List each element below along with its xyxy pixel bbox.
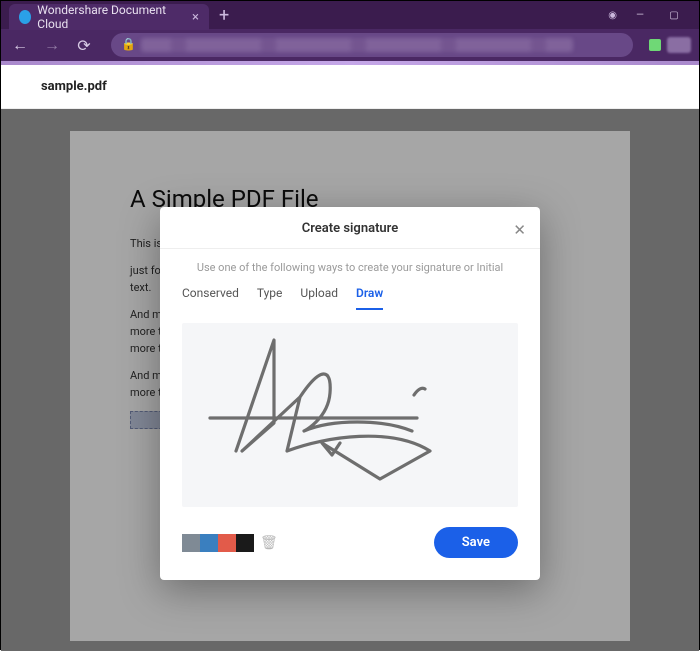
reload-button[interactable]: ⟳ <box>73 36 95 55</box>
document-filename: sample.pdf <box>41 79 107 94</box>
tab-bar: Wondershare Document Cloud × + ◉ — ▢ <box>1 1 699 29</box>
swatch-black[interactable] <box>236 534 254 552</box>
close-icon[interactable]: ✕ <box>513 221 526 239</box>
swatch-blue[interactable] <box>200 534 218 552</box>
window-controls: ◉ — ▢ <box>608 7 691 23</box>
tab-type[interactable]: Type <box>257 286 283 310</box>
clear-icon[interactable]: 🗑 <box>260 535 278 551</box>
wondershare-favicon <box>19 10 31 24</box>
save-button[interactable]: Save <box>434 527 518 558</box>
extension-icon[interactable] <box>649 39 661 51</box>
forward-button[interactable]: → <box>41 35 63 55</box>
tab-conserved[interactable]: Conserved <box>182 286 239 310</box>
url-blurred <box>141 38 573 52</box>
swatch-red[interactable] <box>218 534 236 552</box>
tab-draw[interactable]: Draw <box>356 286 383 310</box>
close-tab-icon[interactable]: × <box>192 10 199 25</box>
tab-title: Wondershare Document Cloud <box>37 3 180 31</box>
maximize-button[interactable]: ▢ <box>663 7 685 23</box>
modal-title: Create signature <box>176 221 524 236</box>
address-bar: ← → ⟳ 🔒 <box>1 29 699 61</box>
url-input[interactable]: 🔒 <box>111 33 633 57</box>
signature-canvas[interactable] <box>182 323 518 507</box>
media-icon[interactable]: ◉ <box>608 10 617 21</box>
signature-stroke <box>182 323 518 507</box>
browser-tab[interactable]: Wondershare Document Cloud × <box>9 4 209 30</box>
color-swatches <box>182 534 254 552</box>
swatch-gray[interactable] <box>182 534 200 552</box>
document-header: sample.pdf <box>1 65 699 109</box>
minimize-button[interactable]: — <box>629 7 651 23</box>
profile-avatar[interactable] <box>667 37 691 53</box>
browser-chrome: Wondershare Document Cloud × + ◉ — ▢ ← →… <box>1 1 699 61</box>
tab-upload[interactable]: Upload <box>300 286 338 310</box>
signature-modal: Create signature ✕ Use one of the follow… <box>160 207 540 580</box>
lock-icon: 🔒 <box>121 37 136 51</box>
modal-subtitle: Use one of the following ways to create … <box>160 249 540 280</box>
signature-tabs: Conserved Type Upload Draw <box>160 280 540 311</box>
modal-overlay: Create signature ✕ Use one of the follow… <box>1 109 699 651</box>
new-tab-button[interactable]: + <box>219 5 229 26</box>
back-button[interactable]: ← <box>9 35 31 55</box>
